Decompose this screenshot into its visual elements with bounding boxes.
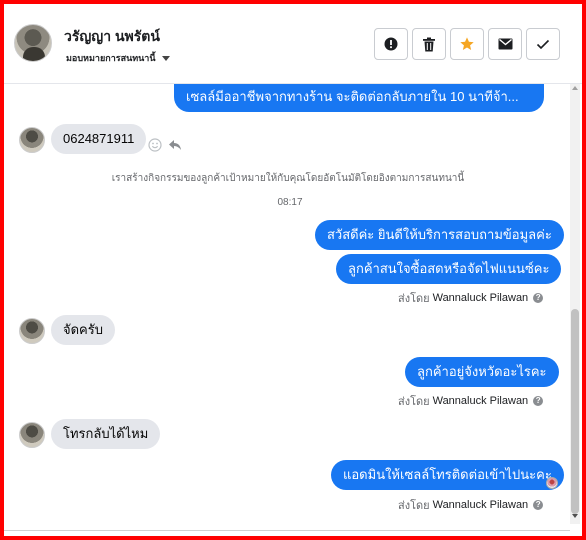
delete-button[interactable] [412,28,446,60]
star-button[interactable] [450,28,484,60]
contact-avatar-small[interactable] [19,422,45,448]
conversation-header: วรัญญา นพรัตน์ มอบหมายการสนทนานี้ [4,4,582,84]
sent-by-prefix: ส่งโดย [398,500,430,512]
header-actions [374,28,560,60]
sent-by-label: ส่งโดย Wannaluck Pilawan ? [398,289,544,307]
assign-conversation-dropdown[interactable]: มอบหมายการสนทนานี้ [66,51,170,65]
done-button[interactable] [526,28,560,60]
help-icon[interactable]: ? [533,293,544,303]
scroll-down-arrow-icon[interactable] [572,514,578,518]
sent-by-label: ส่งโดย Wannaluck Pilawan ? [398,496,544,514]
scroll-thumb[interactable] [571,309,579,514]
incoming-message[interactable]: จัดครับ [51,315,115,345]
agent-name[interactable]: Wannaluck Pilawan [433,499,529,511]
agent-name[interactable]: Wannaluck Pilawan [433,292,529,304]
contact-avatar-small[interactable] [19,127,45,153]
timestamp: 08:17 [277,197,303,208]
help-icon[interactable]: ? [533,396,544,406]
composer-divider [4,530,570,531]
incoming-message[interactable]: โทรกลับได้ไหม [51,419,161,449]
help-icon[interactable]: ? [533,500,544,510]
incoming-message[interactable]: 0624871911 [51,124,147,154]
message-list[interactable]: เซลล์มีออาชีพจากทางร้าน จะติดต่อกลับภายใ… [4,84,572,528]
outgoing-message[interactable]: ลูกค้าสนใจซื้อสดหรือจัดไฟแนนซ์คะ [336,254,562,284]
smiley-icon[interactable] [148,138,162,152]
sent-by-label: ส่งโดย Wannaluck Pilawan ? [398,392,544,410]
assign-label: มอบหมายการสนทนานี้ [66,53,156,63]
check-icon [536,39,550,49]
conversation-panel: วรัญญา นพรัตน์ มอบหมายการสนทนานี้ เซลล์ม… [4,4,582,536]
contact-avatar-small[interactable] [19,318,45,344]
seen-avatar [546,477,558,489]
outgoing-message[interactable]: ลูกค้าอยู่จังหวัดอะไรคะ [405,357,559,387]
agent-name[interactable]: Wannaluck Pilawan [433,395,529,407]
contact-name[interactable]: วรัญญา นพรัตน์ [64,26,160,48]
sent-by-prefix: ส่งโดย [398,293,430,305]
mail-icon [498,38,512,50]
mark-spam-button[interactable] [374,28,408,60]
alert-circle-icon [384,37,398,51]
system-note: เราสร้างกิจกรรมของลูกค้าเป้าหมายให้กับคุ… [111,173,465,184]
outgoing-message[interactable]: เซลล์มีออาชีพจากทางร้าน จะติดต่อกลับภายใ… [174,84,544,112]
outgoing-message[interactable]: สวัสดีค่ะ ยินดีให้บริการสอบถามข้อมูลค่ะ [315,220,564,250]
scroll-up-arrow-icon[interactable] [572,86,578,90]
outgoing-message[interactable]: แอดมินให้เซลล์โทรติดต่อเข้าไปนะคะ [331,460,564,490]
star-icon [460,37,474,50]
reply-icon[interactable] [168,139,182,151]
scrollbar[interactable] [570,84,580,524]
sent-by-prefix: ส่งโดย [398,396,430,408]
contact-avatar[interactable] [14,24,52,62]
message-quick-actions [148,138,182,152]
caret-down-icon [161,55,170,61]
trash-icon [423,37,435,51]
mail-button[interactable] [488,28,522,60]
